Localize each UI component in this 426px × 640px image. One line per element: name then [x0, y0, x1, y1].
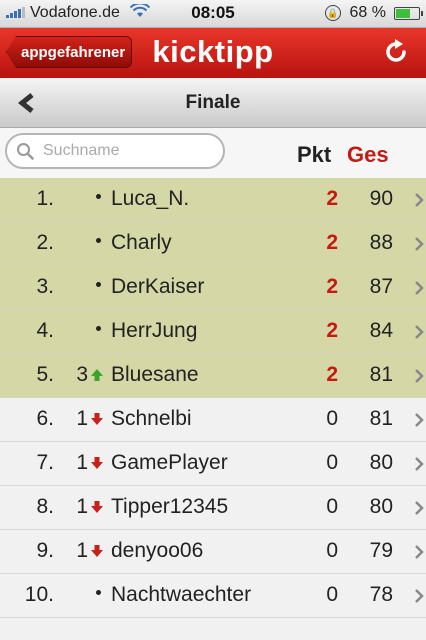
rank-change-indicator: 3 — [68, 363, 108, 387]
no-change-dot — [96, 326, 101, 331]
points-total: 81 — [369, 363, 393, 386]
points-total: 88 — [369, 231, 393, 254]
no-change-dot — [96, 590, 101, 595]
search-box[interactable] — [5, 133, 225, 169]
table-row[interactable]: 4. HerrJung 2 84 — [0, 310, 426, 354]
rotation-lock-icon: 🔒 — [325, 5, 341, 21]
points-total: 79 — [369, 539, 393, 562]
arrow-down-icon — [91, 501, 103, 513]
search-icon — [17, 143, 34, 160]
status-bar: Vodafone.de 08:05 🔒 68 % — [0, 0, 426, 28]
points-round: 0 — [326, 583, 338, 606]
table-row[interactable]: 3. DerKaiser 2 87 — [0, 266, 426, 310]
points-round: 0 — [326, 495, 338, 518]
table-row[interactable]: 10. Nachtwaechter 0 78 — [0, 574, 426, 618]
points-total: 78 — [369, 583, 393, 606]
no-change-dot — [96, 282, 101, 287]
round-navigation: Finale — [0, 79, 426, 128]
rank: 2. — [36, 231, 54, 254]
no-change-dot — [96, 238, 101, 243]
rank-change-indicator: 1 — [68, 407, 108, 431]
rank-change-indicator: 1 — [68, 495, 108, 519]
points-round: 2 — [326, 275, 338, 298]
arrow-down-icon — [91, 457, 103, 469]
points-total: 84 — [369, 319, 393, 342]
battery-fill — [396, 9, 410, 18]
rank: 9. — [36, 539, 54, 562]
points-round: 2 — [326, 187, 338, 210]
player-name: GamePlayer — [111, 451, 228, 474]
rank: 3. — [36, 275, 54, 298]
chevron-right-icon — [415, 237, 424, 251]
points-round: 2 — [326, 319, 338, 342]
player-name: Charly — [111, 231, 172, 254]
rank: 8. — [36, 495, 54, 518]
list-footer — [0, 618, 426, 640]
chevron-right-icon — [415, 589, 424, 603]
points-total: 87 — [369, 275, 393, 298]
rank-change-indicator: 1 — [68, 539, 108, 563]
table-row[interactable]: 6. 1 Schnelbi 0 81 — [0, 398, 426, 442]
table-row[interactable]: 1. Luca_N. 2 90 — [0, 178, 426, 222]
points-round: 0 — [326, 539, 338, 562]
rank: 6. — [36, 407, 54, 430]
arrow-down-icon — [91, 413, 103, 425]
rank-change: 1 — [76, 451, 88, 474]
search-row: Pkt Ges — [0, 128, 426, 178]
points-round: 2 — [326, 363, 338, 386]
points-round: 0 — [326, 407, 338, 430]
rank-change: 1 — [76, 407, 88, 430]
player-name: Luca_N. — [111, 187, 190, 210]
arrow-down-icon — [91, 545, 103, 557]
chevron-right-icon — [415, 457, 424, 471]
rank: 5. — [36, 363, 54, 386]
arrow-up-icon — [91, 369, 103, 381]
battery-icon — [394, 7, 423, 20]
table-row[interactable]: 5. 3 Bluesane 2 81 — [0, 354, 426, 398]
chevron-right-icon — [415, 193, 424, 207]
rank: 1. — [36, 187, 54, 210]
search-input[interactable] — [41, 141, 215, 161]
rank-change: 3 — [76, 363, 88, 386]
player-name: Tipper12345 — [111, 495, 229, 518]
table-row[interactable]: 2. Charly 2 88 — [0, 222, 426, 266]
round-title: Finale — [185, 92, 241, 113]
chevron-right-icon — [415, 545, 424, 559]
refresh-icon[interactable] — [382, 38, 410, 66]
column-header-pkt[interactable]: Pkt — [297, 142, 331, 168]
battery-percent: 68 % — [349, 4, 386, 21]
points-total: 90 — [369, 187, 393, 210]
player-name: Bluesane — [111, 363, 199, 386]
table-row[interactable]: 7. 1 GamePlayer 0 80 — [0, 442, 426, 486]
chevron-right-icon — [415, 369, 424, 383]
player-name: Schnelbi — [111, 407, 192, 430]
player-name: DerKaiser — [111, 275, 205, 298]
rank: 10. — [24, 583, 54, 606]
chevron-right-icon — [415, 413, 424, 427]
rank: 7. — [36, 451, 54, 474]
chevron-right-icon — [415, 501, 424, 515]
player-name: denyoo06 — [111, 539, 204, 562]
brand-logo: kicktipp — [152, 34, 274, 69]
player-name: HerrJung — [111, 319, 198, 342]
points-total: 81 — [369, 407, 393, 430]
chevron-right-icon — [415, 281, 424, 295]
rank-change: 1 — [76, 539, 88, 562]
points-total: 80 — [369, 495, 393, 518]
table-row[interactable]: 8. 1 Tipper12345 0 80 — [0, 486, 426, 530]
points-round: 2 — [326, 231, 338, 254]
no-change-dot — [96, 194, 101, 199]
points-round: 0 — [326, 451, 338, 474]
points-total: 80 — [369, 451, 393, 474]
column-header-ges[interactable]: Ges — [347, 142, 389, 168]
ranking-list: 1. Luca_N. 2 90 2. Charly 2 88 3. DerKaiser 2 87 4. H… — [0, 178, 426, 618]
rank: 4. — [36, 319, 54, 342]
player-name: Nachtwaechter — [111, 583, 252, 606]
rank-change: 1 — [76, 495, 88, 518]
table-row[interactable]: 9. 1 denyoo06 0 79 — [0, 530, 426, 574]
app-header: appgefahrener kicktipp — [0, 28, 426, 78]
chevron-right-icon — [415, 325, 424, 339]
rank-change-indicator: 1 — [68, 451, 108, 475]
